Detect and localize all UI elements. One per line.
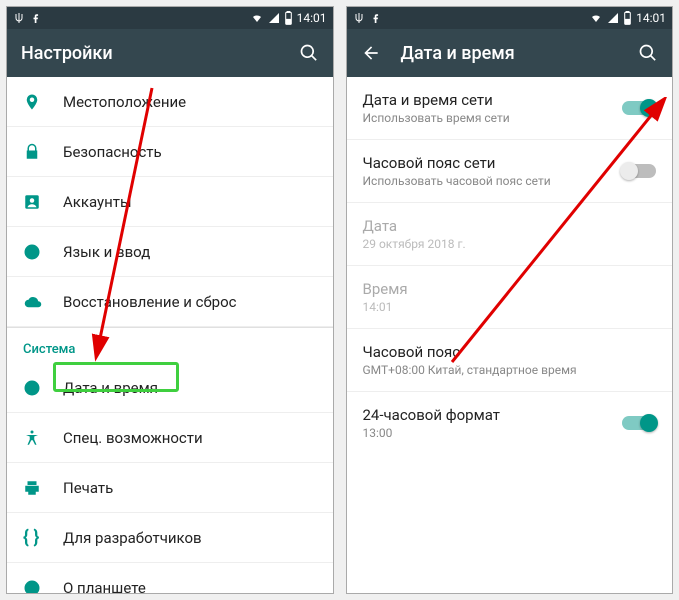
location-icon [23,93,41,111]
phone-settings: 14:01 Настройки Местоположение Безопасно… [6,6,334,594]
row-auto-datetime[interactable]: Дата и время сети Использовать время сет… [347,77,673,140]
datetime-list: Дата и время сети Использовать время сет… [347,77,673,593]
row-primary: Дата и время сети [363,91,623,109]
search-icon[interactable] [299,43,319,63]
facebook-icon [371,13,381,23]
settings-item-location[interactable]: Местоположение [7,77,333,127]
settings-item-security[interactable]: Безопасность [7,127,333,177]
item-label: Местоположение [63,93,317,111]
settings-item-backup[interactable]: Восстановление и сброс [7,277,333,327]
item-label: О планшете [63,579,317,593]
row-secondary: Использовать время сети [363,111,623,125]
row-primary: Часовой пояс сети [363,154,623,172]
row-primary: Дата [363,217,657,235]
row-date: Дата 29 октября 2018 г. [347,203,673,266]
psi-icon [13,12,25,24]
accessibility-icon [23,429,41,447]
row-timezone[interactable]: Часовой пояс GMT+08:00 Китай, стандартно… [347,329,673,392]
row-secondary: 13:00 [363,426,623,440]
signal-icon [607,12,619,24]
settings-item-about[interactable]: О планшете [7,563,333,593]
cloud-icon [23,293,43,311]
status-bar: 14:01 [7,7,333,29]
item-label: Аккаунты [63,193,317,211]
section-header-system: Система [7,327,333,363]
account-icon [23,193,41,211]
row-secondary: 29 октября 2018 г. [363,237,657,251]
settings-item-language[interactable]: Язык и ввод [7,227,333,277]
item-label: Восстановление и сброс [63,293,317,311]
print-icon [23,479,41,497]
row-primary: Часовой пояс [363,343,657,361]
clock-icon [23,379,41,397]
row-time: Время 14:01 [347,266,673,329]
lock-icon [23,143,41,161]
phone-datetime: 14:01 Дата и время Дата и время сети Исп… [346,6,674,594]
settings-item-print[interactable]: Печать [7,463,333,513]
settings-item-accounts[interactable]: Аккаунты [7,177,333,227]
item-label: Дата и время [63,379,317,397]
page-title: Настройки [21,43,279,64]
row-primary: 24-часовой формат [363,406,623,424]
battery-icon [284,11,293,25]
item-label: Для разработчиков [63,529,317,547]
back-icon[interactable] [361,43,381,63]
switch-auto-timezone[interactable] [622,164,656,178]
row-secondary: GMT+08:00 Китай, стандартное время [363,363,657,377]
settings-item-accessibility[interactable]: Спец. возможности [7,413,333,463]
psi-icon [353,12,365,24]
settings-item-developer[interactable]: { } Для разработчиков [7,513,333,563]
settings-list: Местоположение Безопасность Аккаунты Язы… [7,77,333,593]
item-label: Печать [63,479,317,497]
status-bar: 14:01 [347,7,673,29]
switch-auto-datetime[interactable] [622,101,656,115]
item-label: Безопасность [63,143,317,161]
app-bar: Настройки [7,29,333,77]
item-label: Спец. возможности [63,429,317,447]
item-label: Язык и ввод [63,243,317,261]
search-icon[interactable] [638,43,658,63]
globe-icon [23,243,41,261]
app-bar: Дата и время [347,29,673,77]
braces-icon: { } [23,527,39,548]
row-secondary: 14:01 [363,300,657,314]
row-auto-timezone[interactable]: Часовой пояс сети Использовать часовой п… [347,140,673,203]
wifi-icon [250,12,264,24]
status-time: 14:01 [636,11,666,25]
info-icon [23,579,41,593]
switch-24h[interactable] [622,416,656,430]
facebook-icon [31,13,41,23]
row-secondary: Использовать часовой пояс сети [363,174,623,188]
signal-icon [268,12,280,24]
status-time: 14:01 [297,11,327,25]
wifi-icon [589,12,603,24]
row-primary: Время [363,280,657,298]
row-24h[interactable]: 24-часовой формат 13:00 [347,392,673,454]
battery-icon [623,11,632,25]
settings-item-datetime[interactable]: Дата и время [7,363,333,413]
page-title: Дата и время [401,43,619,64]
